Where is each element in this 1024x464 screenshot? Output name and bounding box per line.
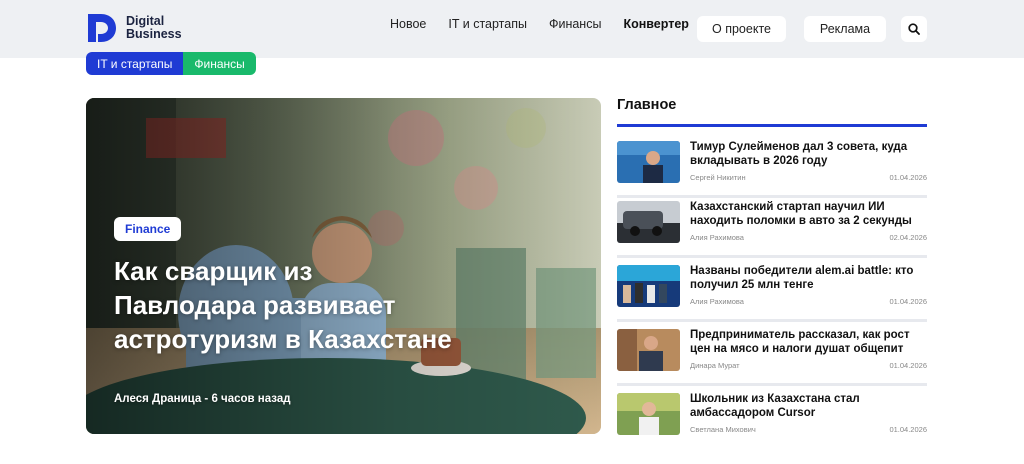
news-divider xyxy=(617,319,927,322)
news-date: 01.04.2026 xyxy=(889,425,927,434)
nav-finance[interactable]: Финансы xyxy=(549,17,601,31)
news-title[interactable]: Школьник из Казахстана стал амбассадором… xyxy=(690,393,927,420)
site-header: Digital Business Новое IT и стартапы Фин… xyxy=(0,0,1024,58)
hero-title[interactable]: Как сварщик из Павлодара развивает астро… xyxy=(114,254,454,356)
news-item[interactable]: Названы победители alem.ai battle: кто п… xyxy=(617,265,927,323)
news-thumbnail xyxy=(617,141,680,183)
news-thumbnail xyxy=(617,329,680,371)
logo[interactable]: Digital Business xyxy=(86,12,182,44)
news-author: Динара Мурат xyxy=(690,361,740,370)
news-title[interactable]: Предприниматель рассказал, как рост цен … xyxy=(690,329,927,356)
news-thumbnail xyxy=(617,265,680,307)
news-item[interactable]: Казахстанский стартап научил ИИ находить… xyxy=(617,201,927,259)
brand-line2: Business xyxy=(126,27,182,41)
news-date: 01.04.2026 xyxy=(889,173,927,182)
news-author: Алия Рахимова xyxy=(690,297,744,306)
news-thumbnail xyxy=(617,393,680,435)
news-item[interactable]: Школьник из Казахстана стал амбассадором… xyxy=(617,393,927,451)
hero-category-badge[interactable]: Finance xyxy=(114,217,182,241)
news-date: 02.04.2026 xyxy=(889,233,927,242)
news-divider xyxy=(617,195,927,198)
news-date: 01.04.2026 xyxy=(889,361,927,370)
news-divider xyxy=(617,255,927,258)
news-date: 01.04.2026 xyxy=(889,297,927,306)
news-title[interactable]: Названы победители alem.ai battle: кто п… xyxy=(690,265,927,292)
news-item[interactable]: Тимур Сулейменов дал 3 совета, куда вкла… xyxy=(617,141,927,199)
news-item[interactable]: Предприниматель рассказал, как рост цен … xyxy=(617,329,927,387)
news-author: Алия Рахимова xyxy=(690,233,744,242)
hero-meta: Алеся Драница - 6 часов назад xyxy=(114,393,291,405)
search-icon xyxy=(908,23,920,35)
about-button[interactable]: О проекте xyxy=(697,16,786,42)
sidebar-rule xyxy=(617,124,927,127)
search-button[interactable] xyxy=(901,16,927,42)
category-it-startups[interactable]: IT и стартапы xyxy=(86,52,184,75)
news-author: Светлана Михович xyxy=(690,425,756,434)
news-title[interactable]: Тимур Сулейменов дал 3 совета, куда вкла… xyxy=(690,141,927,168)
news-author: Сергей Никитин xyxy=(690,173,746,182)
news-thumbnail xyxy=(617,201,680,243)
category-tabs: IT и стартапы Финансы xyxy=(86,52,256,75)
news-title[interactable]: Казахстанский стартап научил ИИ находить… xyxy=(690,201,927,228)
sidebar-title: Главное xyxy=(617,97,677,113)
nav-converter[interactable]: Конвертер xyxy=(623,17,688,31)
category-finance[interactable]: Финансы xyxy=(183,52,256,75)
ads-button[interactable]: Реклама xyxy=(804,16,886,42)
hero-article[interactable]: Finance Как сварщик из Павлодара развива… xyxy=(86,98,601,434)
news-divider xyxy=(617,383,927,386)
logo-icon xyxy=(88,14,116,42)
nav-it-startups[interactable]: IT и стартапы xyxy=(448,17,527,31)
main-nav: Новое IT и стартапы Финансы Конвертер xyxy=(390,17,711,31)
nav-new[interactable]: Новое xyxy=(390,17,426,31)
logo-text: Digital Business xyxy=(126,15,182,41)
